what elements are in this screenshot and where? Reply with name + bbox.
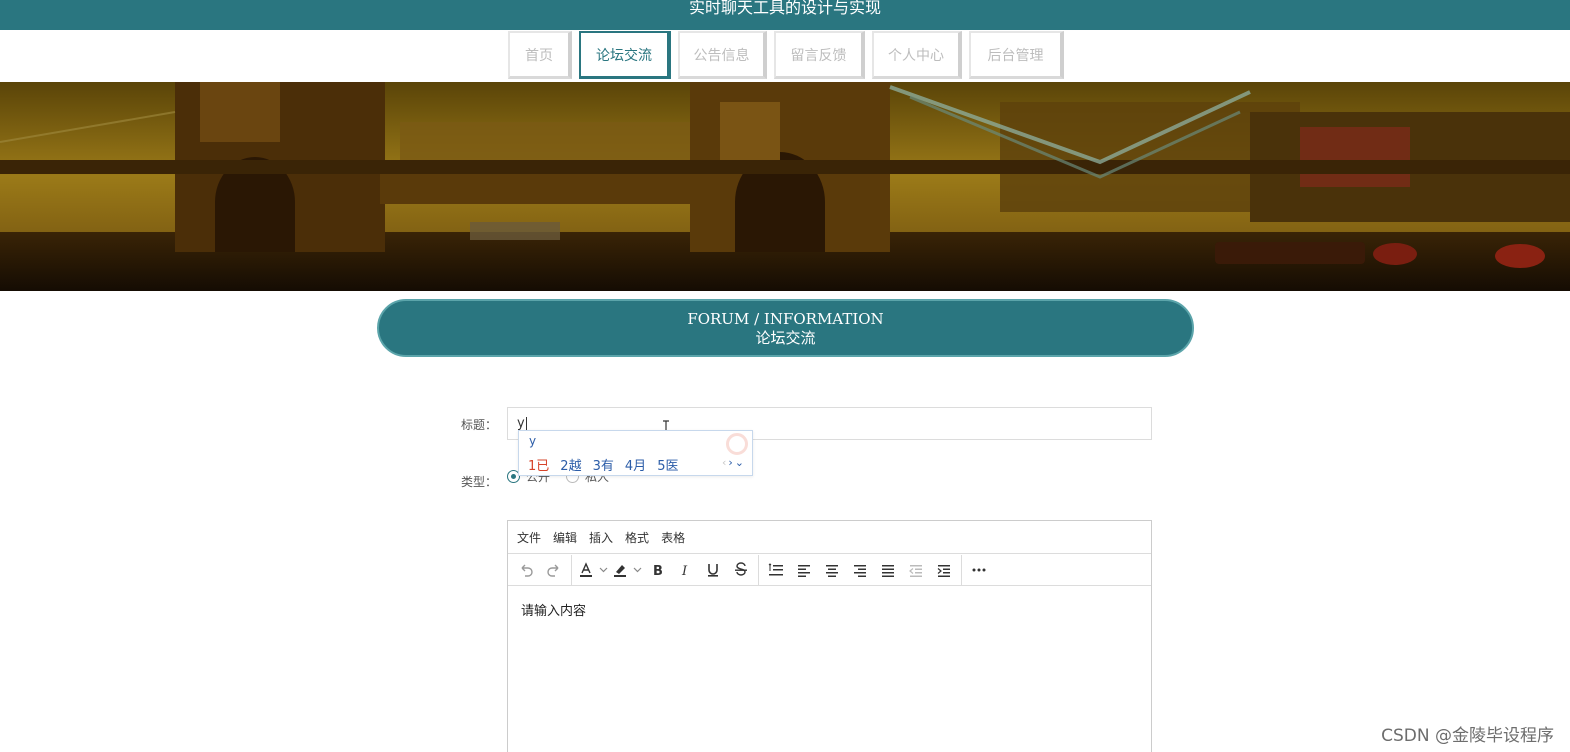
undo-icon[interactable] — [512, 557, 540, 583]
main-nav: 首页 论坛交流 公告信息 留言反馈 个人中心 后台管理 — [508, 31, 1071, 79]
rich-text-editor: 文件 编辑 插入 格式 表格 B I 请输入内容 — [507, 520, 1152, 752]
nav-item-admin[interactable]: 后台管理 — [969, 31, 1064, 79]
site-title: 实时聊天工具的设计与实现 — [688, 0, 881, 17]
title-input-value: y — [517, 416, 525, 431]
outdent-icon[interactable] — [902, 557, 930, 583]
align-justify-icon[interactable] — [874, 557, 902, 583]
menu-format[interactable]: 格式 — [625, 529, 649, 546]
line-height-icon[interactable] — [762, 557, 790, 583]
nav-item-announcements[interactable]: 公告信息 — [678, 31, 767, 79]
ime-candidate-1[interactable]: 1已 — [528, 455, 549, 474]
italic-icon[interactable]: I — [671, 557, 699, 583]
menu-file[interactable]: 文件 — [517, 529, 541, 546]
highlight-dropdown-icon[interactable] — [631, 557, 643, 583]
banner-image — [0, 82, 1570, 291]
svg-text:I: I — [681, 564, 688, 578]
ime-logo-icon — [726, 433, 748, 455]
editor-content[interactable]: 请输入内容 — [508, 586, 1151, 619]
align-center-icon[interactable] — [818, 557, 846, 583]
site-header: 实时聊天工具的设计与实现 — [0, 0, 1570, 30]
text-color-icon[interactable] — [575, 557, 597, 583]
watermark: CSDN @金陵毕设程序 — [1381, 726, 1554, 746]
redo-icon[interactable] — [540, 557, 568, 583]
ime-page-controls: ‹›⌄ — [722, 456, 746, 469]
tower-bridge-illustration — [0, 82, 1570, 291]
align-left-icon[interactable] — [790, 557, 818, 583]
title-label: 标题： — [461, 418, 498, 432]
text-color-dropdown-icon[interactable] — [597, 557, 609, 583]
ime-candidate-list: 1已 2越 3有 4月 5医 — [528, 455, 689, 474]
align-right-icon[interactable] — [846, 557, 874, 583]
ime-composition: y — [529, 434, 537, 448]
nav-item-home[interactable]: 首页 — [508, 31, 572, 79]
bold-icon[interactable]: B — [643, 557, 671, 583]
strikethrough-icon[interactable] — [727, 557, 755, 583]
more-icon[interactable] — [965, 557, 993, 583]
editor-toolbar: B I — [508, 554, 1151, 586]
indent-icon[interactable] — [930, 557, 958, 583]
nav-item-profile[interactable]: 个人中心 — [872, 31, 962, 79]
nav-item-feedback[interactable]: 留言反馈 — [774, 31, 865, 79]
ime-candidate-3[interactable]: 3有 — [593, 455, 614, 474]
editor-placeholder: 请输入内容 — [521, 604, 587, 619]
svg-text:B: B — [653, 564, 663, 578]
editor-menubar: 文件 编辑 插入 格式 表格 — [508, 521, 1151, 554]
ime-expand-icon[interactable]: ⌄ — [735, 456, 746, 469]
section-title-en: FORUM / INFORMATION — [687, 310, 884, 328]
menu-edit[interactable]: 编辑 — [553, 529, 577, 546]
nav-item-forum[interactable]: 论坛交流 — [579, 31, 671, 79]
section-header: FORUM / INFORMATION 论坛交流 — [377, 299, 1194, 357]
underline-icon[interactable] — [699, 557, 727, 583]
menu-insert[interactable]: 插入 — [589, 529, 613, 546]
highlight-icon[interactable] — [609, 557, 631, 583]
ime-candidate-window: y 1已 2越 3有 4月 5医 ‹›⌄ — [518, 430, 753, 476]
ime-candidate-4[interactable]: 4月 — [625, 455, 646, 474]
menu-table[interactable]: 表格 — [661, 529, 685, 546]
text-caret — [525, 417, 527, 430]
ime-candidate-5[interactable]: 5医 — [657, 455, 678, 474]
section-title-cn: 论坛交流 — [755, 329, 816, 347]
type-label: 类型： — [461, 475, 498, 489]
ime-candidate-2[interactable]: 2越 — [560, 455, 581, 474]
